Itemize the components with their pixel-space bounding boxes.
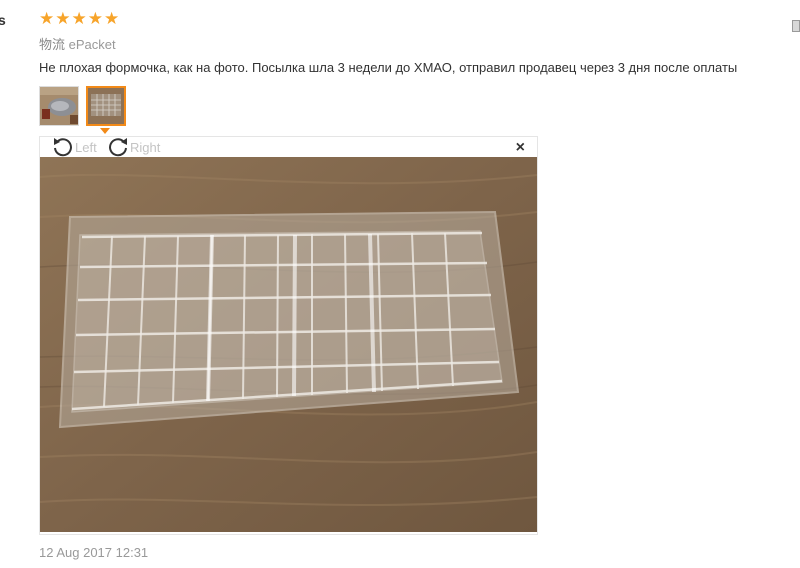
star-icon: ★ — [87, 9, 103, 28]
logistics-info: 物流 ePacket — [39, 34, 116, 53]
rating-stars: ★ ★ ★ ★ ★ — [39, 10, 119, 28]
rotate-left-label: Left — [75, 139, 97, 155]
star-icon: ★ — [55, 9, 71, 28]
review-date: 12 Aug 2017 12:31 — [39, 545, 149, 560]
review-thumbnail-1[interactable] — [39, 86, 79, 126]
star-icon: ★ — [39, 9, 55, 28]
review-photo — [40, 157, 537, 532]
thumbnail-image — [40, 87, 78, 125]
active-thumbnail-indicator — [100, 128, 110, 134]
star-icon: ★ — [71, 9, 87, 28]
rotate-right-icon — [109, 138, 127, 157]
rotate-right-button[interactable]: Right — [107, 137, 160, 157]
thumbnail-image — [88, 88, 124, 124]
rotate-left-button[interactable]: Left — [52, 137, 97, 157]
review-thumbnails — [39, 86, 126, 126]
truncated-text: s — [0, 12, 6, 28]
rotate-right-label: Right — [130, 139, 161, 155]
close-icon[interactable]: × — [516, 139, 525, 157]
logistics-label: 物流 — [39, 37, 66, 52]
star-icon: ★ — [104, 9, 120, 28]
image-viewer: Left Right × — [39, 136, 538, 535]
logistics-value: ePacket — [68, 37, 116, 52]
review-thumbnail-2[interactable] — [86, 86, 126, 126]
rotate-left-icon — [54, 138, 72, 157]
scrollbar-handle[interactable] — [792, 20, 800, 32]
review-photo-image — [40, 157, 537, 532]
review-text: Не плохая формочка, как на фото. Посылка… — [39, 60, 738, 75]
viewer-toolbar: Left Right × — [40, 137, 537, 157]
